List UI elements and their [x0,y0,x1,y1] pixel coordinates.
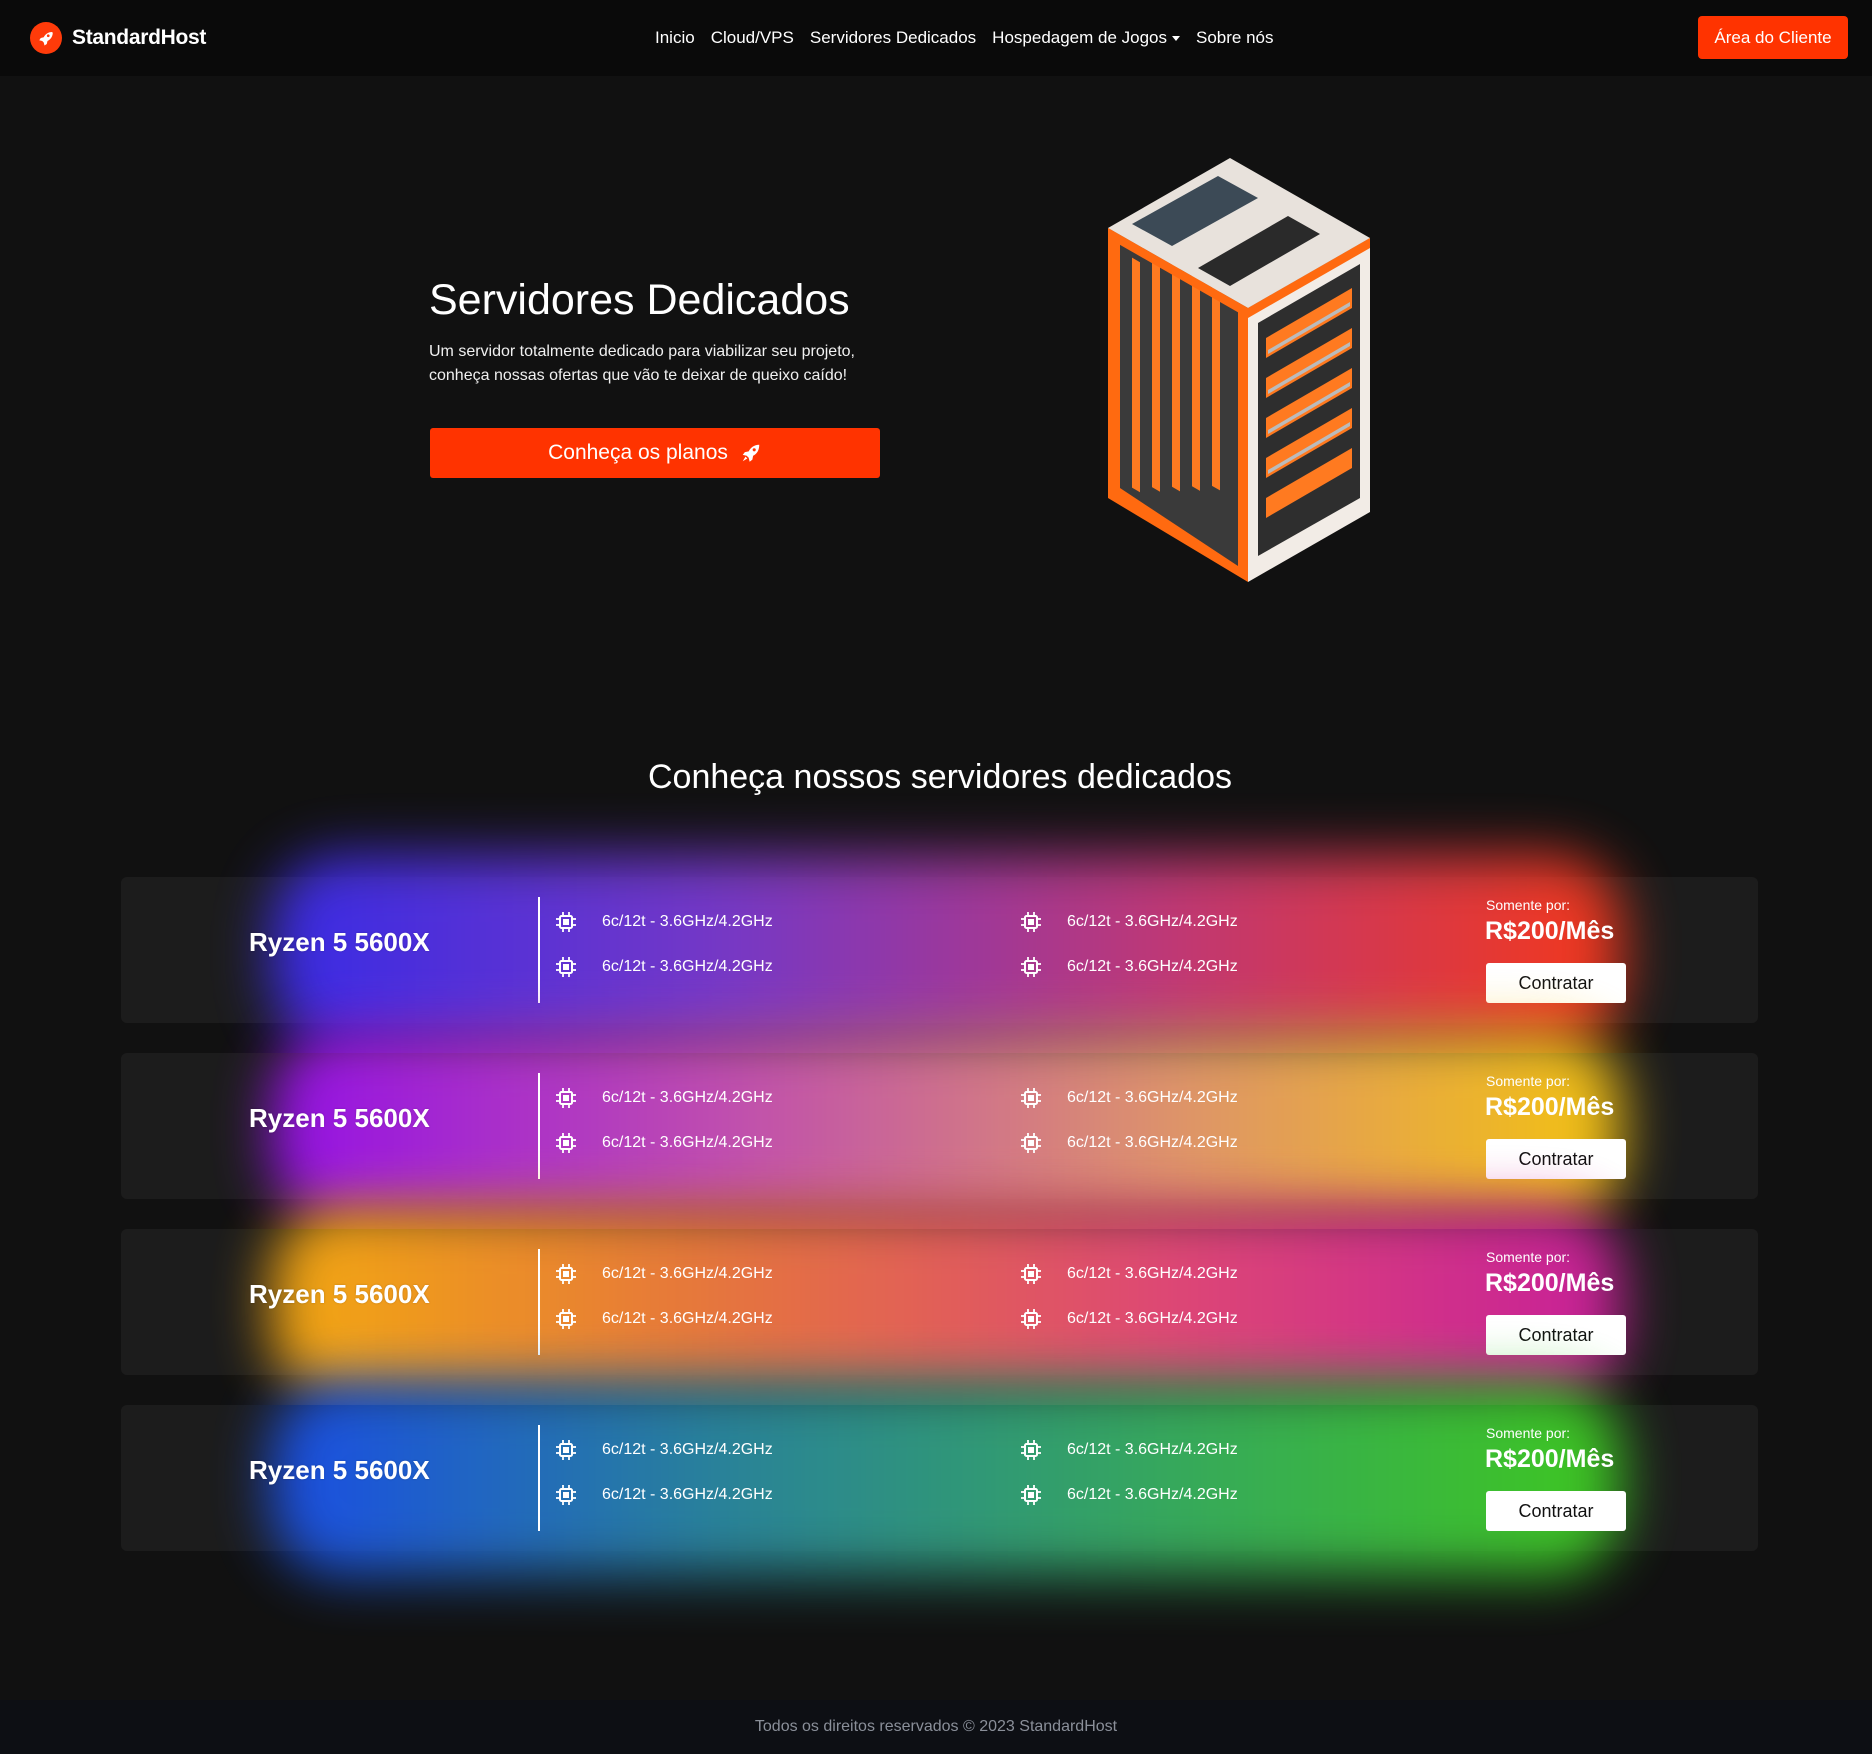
plan-spec: 6c/12t - 3.6GHz/4.2GHz [1019,1307,1238,1331]
nav-link-hospedagem-de-jogos[interactable]: Hospedagem de Jogos [992,28,1181,48]
nav-link-label: Sobre nós [1196,28,1274,47]
price-label: Somente por: [1486,1425,1571,1441]
plan-spec-text: 6c/12t - 3.6GHz/4.2GHz [1067,958,1238,975]
see-plans-button[interactable]: Conheça os planos [430,428,880,478]
cpu-chip-icon [1019,1131,1055,1155]
hero-title: Servidores Dedicados [429,276,850,324]
plan-price: R$200/Mês [1485,1269,1615,1297]
cpu-chip-icon [1019,1438,1055,1462]
plan-spec-text: 6c/12t - 3.6GHz/4.2GHz [602,1089,773,1106]
cpu-chip-icon [554,1086,590,1110]
plan-price: R$200/Mês [1485,1093,1615,1121]
plan-spec-text: 6c/12t - 3.6GHz/4.2GHz [1067,1265,1238,1282]
plan-spec: 6c/12t - 3.6GHz/4.2GHz [1019,1131,1238,1155]
plan-spec-text: 6c/12t - 3.6GHz/4.2GHz [602,1441,773,1458]
plan-spec: 6c/12t - 3.6GHz/4.2GHz [1019,1262,1238,1286]
plan-spec: 6c/12t - 3.6GHz/4.2GHz [554,1086,773,1110]
plan-divider [538,897,540,1003]
client-area-button[interactable]: Área do Cliente [1698,16,1848,59]
cpu-chip-icon [554,910,590,934]
plan-spec-text: 6c/12t - 3.6GHz/4.2GHz [602,1486,773,1503]
brand-name: StandardHost [72,26,207,49]
plan-spec-text: 6c/12t - 3.6GHz/4.2GHz [1067,1310,1238,1327]
nav-link-label: Hospedagem de Jogos [992,28,1168,47]
brand[interactable]: StandardHost [30,22,206,54]
plan-spec-text: 6c/12t - 3.6GHz/4.2GHz [1067,1486,1238,1503]
nav-link-cloud-vps[interactable]: Cloud/VPS [711,28,794,48]
cpu-chip-icon [554,1307,590,1331]
see-plans-label: Conheça os planos [548,441,728,464]
plan-spec: 6c/12t - 3.6GHz/4.2GHz [554,910,773,934]
cpu-chip-icon [554,1438,590,1462]
cpu-chip-icon [554,955,590,979]
plan-price: R$200/Mês [1485,1445,1615,1473]
plan-spec: 6c/12t - 3.6GHz/4.2GHz [1019,1438,1238,1462]
plan-name: Ryzen 5 5600X [249,927,430,957]
cpu-chip-icon [1019,1086,1055,1110]
plan-card: Ryzen 5 5600X 6c/12t - 3.6GHz/4.2GHz 6c/12… [121,1383,1758,1575]
rocket-icon [742,444,760,462]
plan-card: Ryzen 5 5600X 6c/12t - 3.6GHz/4.2GHz 6c/12… [121,1207,1758,1399]
plan-spec: 6c/12t - 3.6GHz/4.2GHz [1019,910,1238,934]
plan-spec: 6c/12t - 3.6GHz/4.2GHz [1019,955,1238,979]
plan-spec-text: 6c/12t - 3.6GHz/4.2GHz [1067,1134,1238,1151]
plan-spec-text: 6c/12t - 3.6GHz/4.2GHz [602,958,773,975]
plan-spec-text: 6c/12t - 3.6GHz/4.2GHz [602,1310,773,1327]
nav-link-label: Inicio [655,28,695,47]
plan-spec: 6c/12t - 3.6GHz/4.2GHz [554,1131,773,1155]
plan-spec-text: 6c/12t - 3.6GHz/4.2GHz [1067,1441,1238,1458]
plan-card: Ryzen 5 5600X 6c/12t - 3.6GHz/4.2GHz 6c/12… [121,855,1758,1047]
cpu-chip-icon [554,1483,590,1507]
plan-spec-text: 6c/12t - 3.6GHz/4.2GHz [602,1265,773,1282]
cpu-chip-icon [1019,910,1055,934]
plan-spec: 6c/12t - 3.6GHz/4.2GHz [554,1438,773,1462]
plan-divider [538,1425,540,1531]
price-label: Somente por: [1486,1249,1571,1265]
nav-link-inicio[interactable]: Inicio [655,28,695,48]
price-label: Somente por: [1486,897,1571,913]
cpu-chip-icon [554,1131,590,1155]
caret-down-icon [1172,35,1181,41]
plan-card: Ryzen 5 5600X 6c/12t - 3.6GHz/4.2GHz 6c/12… [121,1031,1758,1223]
plan-spec-text: 6c/12t - 3.6GHz/4.2GHz [602,1134,773,1151]
cpu-chip-icon [1019,1262,1055,1286]
rocket-logo-icon [30,22,62,54]
contract-button[interactable]: Contratar [1486,1139,1626,1179]
nav-link-servidores-dedicados[interactable]: Servidores Dedicados [810,28,976,48]
plan-spec: 6c/12t - 3.6GHz/4.2GHz [554,1262,773,1286]
cpu-chip-icon [1019,1307,1055,1331]
section-title: Conheça nossos servidores dedicados [647,758,1232,796]
contract-button[interactable]: Contratar [1486,963,1626,1003]
nav-link-label: Servidores Dedicados [809,28,977,47]
footer-copyright: Todos os direitos reservados © 2023 Stan… [754,1718,1118,1735]
plan-name: Ryzen 5 5600X [249,1455,430,1485]
nav-links: Inicio Cloud/VPS Servidores Dedicados Ho… [655,26,1290,50]
plan-divider [538,1249,540,1355]
top-navbar: StandardHost Inicio Cloud/VPS Servidores… [0,0,1872,76]
contract-button[interactable]: Contratar [1486,1315,1626,1355]
plan-spec-text: 6c/12t - 3.6GHz/4.2GHz [1067,1089,1238,1106]
plan-spec: 6c/12t - 3.6GHz/4.2GHz [554,1483,773,1507]
plan-spec-text: 6c/12t - 3.6GHz/4.2GHz [602,913,773,930]
hero-description: Um servidor totalmente dedicado para via… [429,343,855,384]
plan-spec: 6c/12t - 3.6GHz/4.2GHz [1019,1086,1238,1110]
footer: Todos os direitos reservados © 2023 Stan… [0,1700,1872,1754]
nav-link-label: Cloud/VPS [710,28,794,47]
plan-name: Ryzen 5 5600X [249,1103,430,1133]
plan-divider [538,1073,540,1179]
cpu-chip-icon [1019,1483,1055,1507]
plan-name: Ryzen 5 5600X [249,1279,430,1309]
plan-spec: 6c/12t - 3.6GHz/4.2GHz [554,955,773,979]
cpu-chip-icon [1019,955,1055,979]
price-label: Somente por: [1486,1073,1571,1089]
plan-price: R$200/Mês [1485,917,1615,945]
plan-spec-text: 6c/12t - 3.6GHz/4.2GHz [1067,913,1238,930]
cpu-chip-icon [554,1262,590,1286]
contract-button[interactable]: Contratar [1486,1491,1626,1531]
plan-spec: 6c/12t - 3.6GHz/4.2GHz [1019,1483,1238,1507]
nav-link-sobre-nos[interactable]: Sobre nós [1196,28,1274,48]
plan-spec: 6c/12t - 3.6GHz/4.2GHz [554,1307,773,1331]
server-illustration [1108,158,1370,582]
